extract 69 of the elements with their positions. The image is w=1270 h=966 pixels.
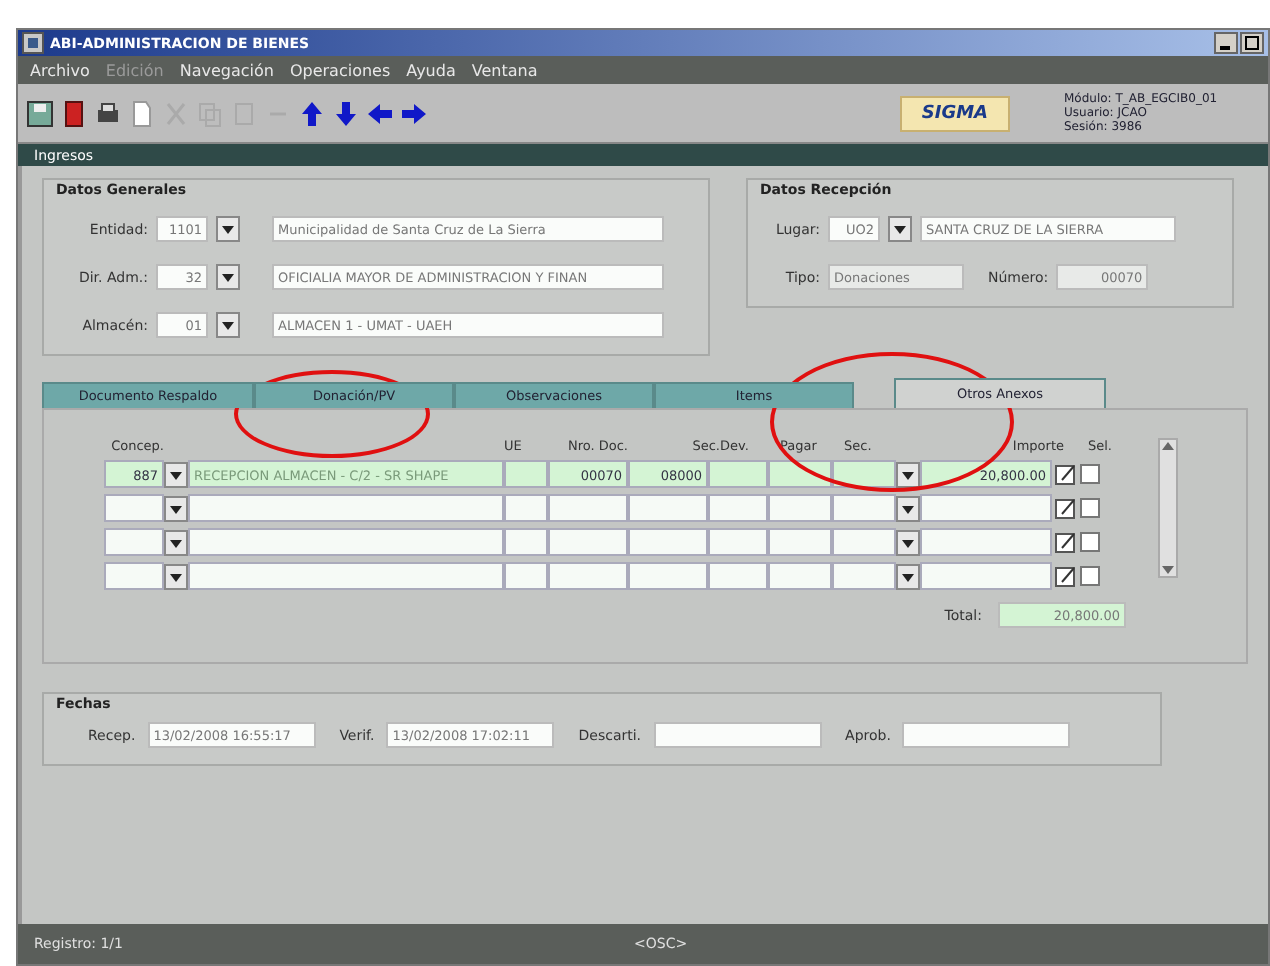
dropdown-icon[interactable] (216, 216, 240, 242)
table-cell[interactable] (832, 460, 896, 488)
checkbox[interactable] (1080, 532, 1100, 552)
table-cell[interactable] (504, 460, 548, 488)
dropdown-icon[interactable] (896, 461, 920, 487)
dropdown-icon[interactable] (164, 495, 188, 521)
left-arrow-icon[interactable] (366, 99, 394, 127)
table-cell[interactable] (188, 562, 504, 590)
dropdown-icon[interactable] (216, 312, 240, 338)
right-arrow-icon[interactable] (400, 99, 428, 127)
logo: SIGMA (899, 95, 1010, 131)
checkbox[interactable] (1080, 498, 1100, 518)
table-cell[interactable] (768, 562, 832, 590)
dropdown-icon[interactable] (896, 563, 920, 589)
table-cell[interactable] (832, 494, 896, 522)
table-cell[interactable] (188, 494, 504, 522)
edit-icon[interactable] (1054, 496, 1078, 520)
table-cell[interactable] (920, 494, 1052, 522)
dropdown-icon[interactable] (164, 461, 188, 487)
table-cell[interactable] (628, 528, 708, 556)
checkbox[interactable] (1080, 566, 1100, 586)
menu-item[interactable]: Navegación (179, 61, 274, 79)
dropdown-icon[interactable] (216, 264, 240, 290)
dropdown-icon[interactable] (888, 216, 912, 242)
app-icon[interactable] (22, 32, 44, 54)
table-cell[interactable] (708, 528, 768, 556)
checkbox[interactable] (1080, 464, 1100, 484)
table-cell[interactable] (104, 494, 164, 522)
edit-icon[interactable] (1054, 564, 1078, 588)
table-cell[interactable] (920, 562, 1052, 590)
table-cell[interactable] (708, 460, 768, 488)
table-cell[interactable] (768, 528, 832, 556)
save-icon[interactable] (26, 99, 54, 127)
table-cell[interactable] (548, 562, 628, 590)
table-cell[interactable] (504, 494, 548, 522)
date-field[interactable] (653, 722, 822, 748)
print-icon[interactable] (94, 99, 122, 127)
menu-item[interactable]: Ayuda (406, 61, 456, 79)
table-cell[interactable] (920, 528, 1052, 556)
table-cell[interactable] (104, 528, 164, 556)
table-cell[interactable] (504, 562, 548, 590)
table-cell[interactable] (188, 528, 504, 556)
table-cell[interactable] (628, 562, 708, 590)
table-cell[interactable] (832, 562, 896, 590)
date-field[interactable] (902, 722, 1071, 748)
minimize-icon[interactable] (1214, 32, 1238, 54)
table-cell[interactable] (768, 460, 832, 488)
dropdown-icon[interactable] (896, 529, 920, 555)
up-arrow-icon[interactable] (298, 99, 326, 127)
table-cell[interactable] (504, 528, 548, 556)
maximize-icon[interactable] (1240, 32, 1264, 54)
table-cell[interactable] (832, 528, 896, 556)
table-cell[interactable] (548, 494, 628, 522)
dropdown-icon[interactable] (164, 563, 188, 589)
menu-item[interactable]: Ventana (471, 61, 538, 79)
table-cell[interactable] (548, 528, 628, 556)
edit-icon[interactable] (1054, 462, 1078, 486)
scrollbar-icon[interactable] (1158, 438, 1178, 578)
table-cell[interactable] (708, 562, 768, 590)
dropdown-icon[interactable] (164, 529, 188, 555)
dropdown-icon[interactable] (896, 495, 920, 521)
menu-item[interactable]: Operaciones (289, 61, 391, 79)
edit-icon[interactable] (1054, 530, 1078, 554)
table-cell[interactable] (768, 494, 832, 522)
table-cell[interactable] (104, 562, 164, 590)
table-cell[interactable] (628, 494, 708, 522)
down-arrow-icon[interactable] (332, 99, 360, 127)
menu-item[interactable]: Archivo (30, 61, 90, 79)
table-cell[interactable] (708, 494, 768, 522)
